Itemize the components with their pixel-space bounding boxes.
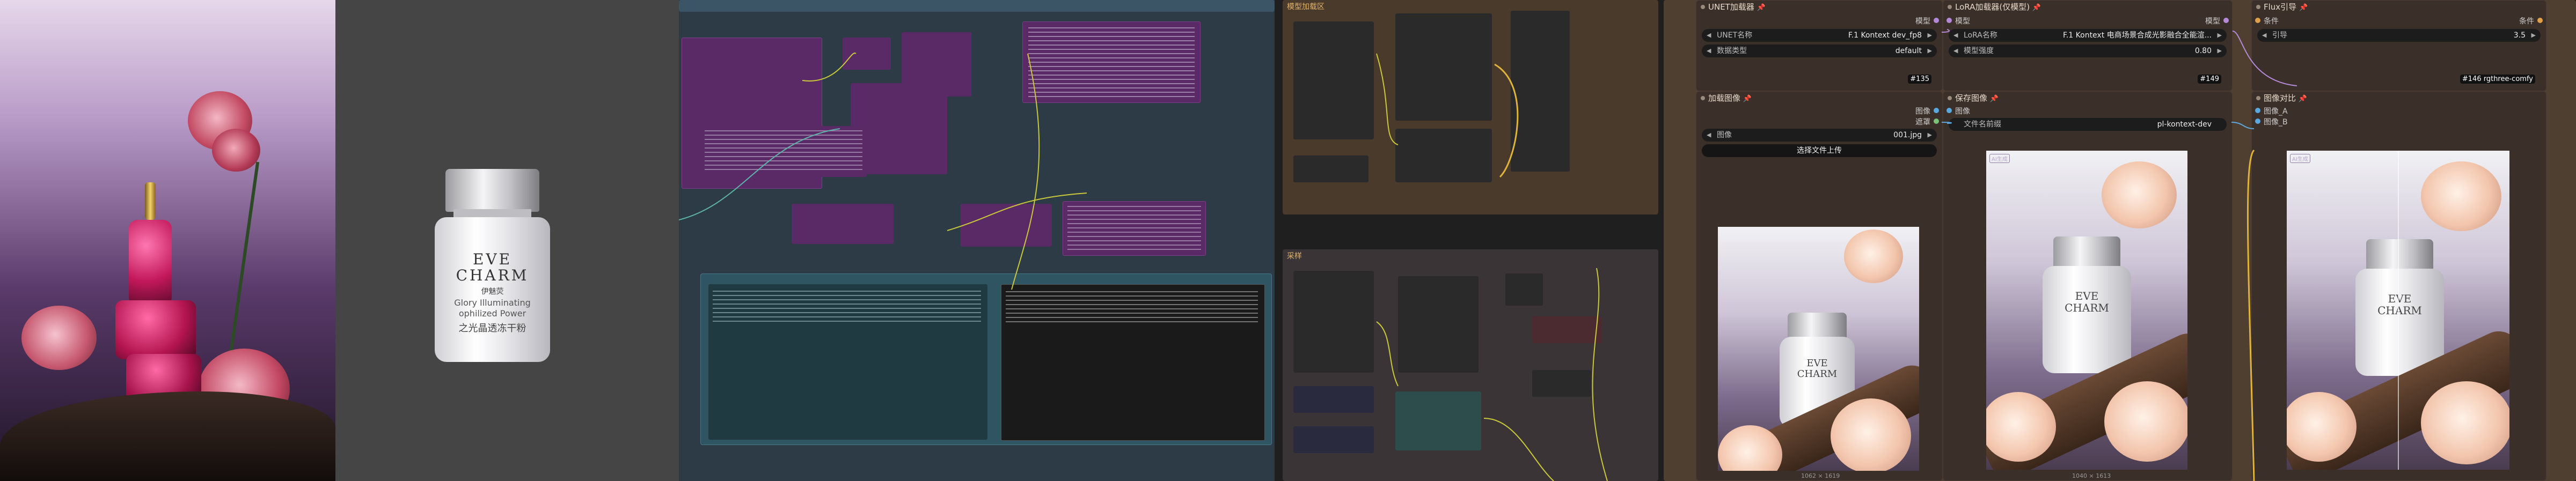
brand-line-1: EVE xyxy=(472,250,513,268)
lora-output-label: 模型 xyxy=(2205,17,2220,26)
save-image-title: 保存图像 xyxy=(1955,93,1988,103)
load-image-mask-socket[interactable] xyxy=(1934,119,1939,124)
save-prefix-widget[interactable]: 文件名前缀 pl-kontext-dev xyxy=(1949,118,2227,131)
reference-photo-bottle: EVE CHARM 伊魅荧 Glory Illuminating ophiliz… xyxy=(335,0,679,481)
load-image-out-mask: 遮罩 xyxy=(1915,118,1930,127)
pin-icon[interactable]: 📌 xyxy=(1757,4,1766,12)
save-image-input-label: 图像 xyxy=(1955,107,1970,116)
save-brand-1: EVE xyxy=(2075,290,2099,302)
pin-icon[interactable]: 📌 xyxy=(2299,4,2308,12)
flux-guidance-widget[interactable]: ◀ 引导 3.5 ▶ xyxy=(2257,29,2541,42)
node-load-image[interactable]: 加载图像 📌 图像 遮罩 ◀ 图像 001.jpg ▶ 选择文件上传 EVE CHAR… xyxy=(1696,91,1943,481)
pin-icon[interactable]: 📌 xyxy=(1990,95,1999,103)
load-image-preview: EVE CHARM xyxy=(1718,227,1919,471)
compare-ai-tag: AI生成 xyxy=(2290,154,2310,163)
node-save-image[interactable]: 保存图像 📌 图像 文件名前缀 pl-kontext-dev AI生成 EVE C… xyxy=(1943,91,2233,481)
compare-divider[interactable] xyxy=(2398,151,2399,470)
rose-left xyxy=(21,306,97,370)
lora-name-widget[interactable]: ◀ LoRA名称 F.1 Kontext 电商场景合成光影融合全能渲... ▶ xyxy=(1949,29,2227,42)
node-canvas-prompts[interactable] xyxy=(679,0,1275,481)
unet-title: UNET加载器 xyxy=(1708,2,1754,12)
compare-brand-1: EVE xyxy=(2388,292,2412,305)
save-image-input-socket[interactable] xyxy=(1946,108,1952,113)
lora-id-badge: #149 xyxy=(2198,75,2221,84)
lora-output-socket[interactable] xyxy=(2223,18,2229,23)
product-line-2: ophilized Power xyxy=(458,308,526,319)
flux-id-badge: #146 rgthree-comfy xyxy=(2460,75,2535,84)
stacked-jar xyxy=(115,300,196,359)
node-image-compare[interactable]: 图像对比 📌 图像_A 图像_B AI生成 EVE CHARM xyxy=(2251,91,2546,481)
flux-output-socket[interactable] xyxy=(2537,18,2543,23)
dropper-bottle xyxy=(123,182,177,306)
links-canvas1 xyxy=(679,53,1087,290)
compare-preview[interactable]: AI生成 EVE CHARM xyxy=(2287,151,2509,470)
lora-strength-widget[interactable]: ◀ 模型强度 0.80 ▶ xyxy=(1949,45,2227,57)
preview-brand-2: CHARM xyxy=(1797,368,1838,380)
rose-top-2 xyxy=(212,129,260,172)
pin-icon[interactable]: 📌 xyxy=(2299,95,2307,103)
bottle-cap xyxy=(445,169,539,212)
pin-icon[interactable]: 📌 xyxy=(1743,95,1752,103)
node-canvas-main[interactable]: UNET加载器 📌 模型 ◀ UNET名称 F.1 Kontext dev_fp8 ▶… xyxy=(1664,0,2576,481)
flux-input-label: 条件 xyxy=(2264,17,2279,26)
rock-base xyxy=(0,391,335,481)
save-image-preview: AI生成 EVE CHARM xyxy=(1986,151,2187,470)
load-image-out-socket[interactable] xyxy=(1934,108,1939,113)
unet-id-badge: #135 xyxy=(1908,75,1931,84)
node-flux-guidance[interactable]: Flux引导 📌 条件 条件 ◀ 引导 3.5 ▶ #146 rgthree-comf… xyxy=(2251,0,2546,91)
product-line-1: Glory Illuminating xyxy=(454,298,531,308)
lora-input-socket[interactable] xyxy=(1946,18,1952,23)
save-ai-tag: AI生成 xyxy=(1989,154,2010,163)
upload-button[interactable]: 选择文件上传 xyxy=(1702,144,1937,157)
bottle-body: EVE CHARM 伊魅荧 Glory Illuminating ophiliz… xyxy=(435,217,550,362)
load-image-title: 加载图像 xyxy=(1708,93,1741,103)
node-lora-loader[interactable]: LoRA加载器(仅模型) 📌 模型 模型 ◀ LoRA名称 F.1 Kontext … xyxy=(1943,0,2233,91)
links-canvas2 xyxy=(1376,53,1608,481)
compare-brand-2: CHARM xyxy=(2377,304,2422,317)
load-image-caption: 1062 × 1619 xyxy=(1801,472,1840,479)
brand-line-2: CHARM xyxy=(456,267,529,284)
compare-input-a-socket[interactable] xyxy=(2255,108,2260,113)
pin-icon[interactable]: 📌 xyxy=(2032,4,2041,12)
lora-title: LoRA加载器(仅模型) xyxy=(1955,2,2030,12)
node-unet-loader[interactable]: UNET加载器 📌 模型 ◀ UNET名称 F.1 Kontext dev_fp8 ▶… xyxy=(1696,0,1943,91)
compare-input-b-socket[interactable] xyxy=(2255,119,2260,124)
load-image-file-widget[interactable]: ◀ 图像 001.jpg ▶ xyxy=(1702,129,1937,142)
compare-input-a-label: 图像_A xyxy=(2264,107,2288,116)
save-image-caption: 1040 × 1613 xyxy=(2072,472,2111,479)
save-brand-2: CHARM xyxy=(2065,301,2109,314)
load-image-out-image: 图像 xyxy=(1915,107,1930,116)
preview-brand-1: EVE xyxy=(1806,358,1828,369)
lora-input-label: 模型 xyxy=(1955,17,1970,26)
compare-title: 图像对比 xyxy=(2264,93,2296,103)
reference-photo-roses xyxy=(0,0,335,481)
brand-cn: 伊魅荧 xyxy=(481,287,504,296)
flux-title: Flux引导 xyxy=(2264,2,2297,12)
flux-output-label: 条件 xyxy=(2519,17,2534,26)
unet-dtype-widget[interactable]: ◀ 数据类型 default ▶ xyxy=(1702,45,1937,57)
node-canvas-sampling[interactable]: 模型加载区 采样 xyxy=(1275,0,1664,481)
unet-output-socket[interactable] xyxy=(1934,18,1939,23)
compare-input-b-label: 图像_B xyxy=(2264,118,2288,127)
flux-input-socket[interactable] xyxy=(2255,18,2260,23)
unet-name-widget[interactable]: ◀ UNET名称 F.1 Kontext dev_fp8 ▶ xyxy=(1702,29,1937,42)
unet-output-label: 模型 xyxy=(1915,17,1930,26)
product-line-3: 之光晶透冻干粉 xyxy=(458,323,526,334)
